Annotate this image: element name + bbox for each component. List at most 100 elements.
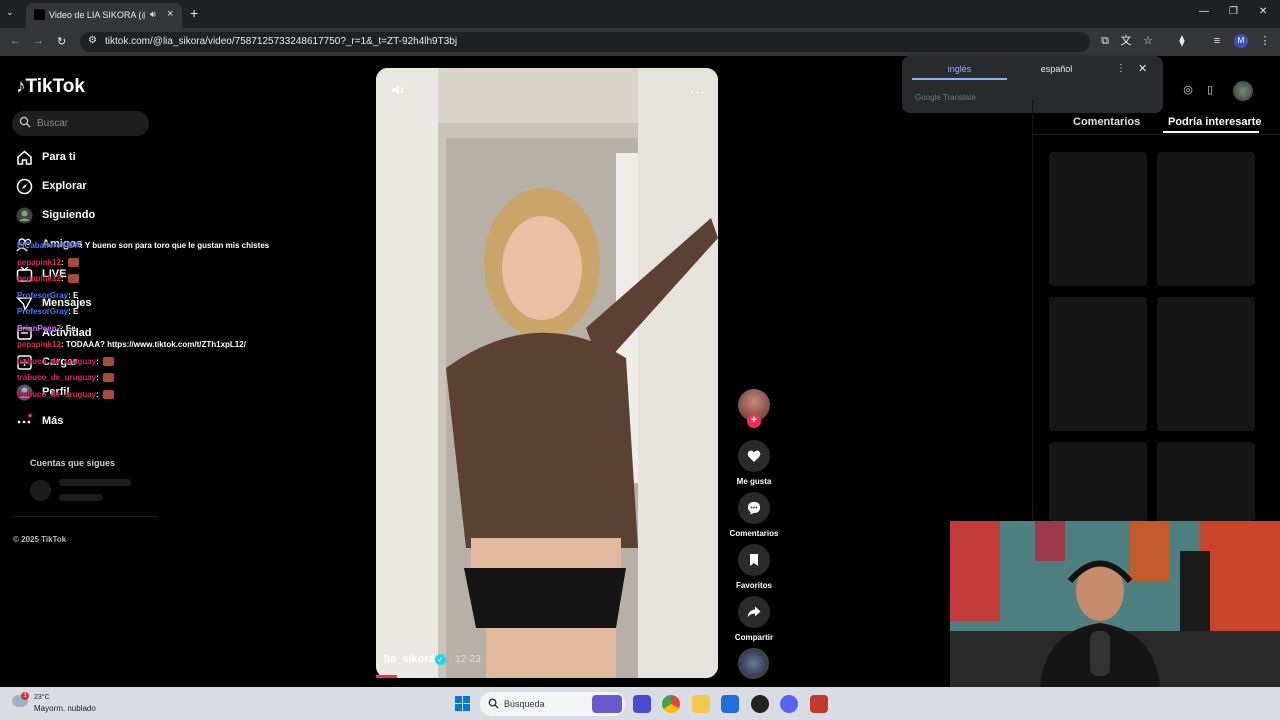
chat-username: trabuco_de_uruguay xyxy=(17,373,97,382)
windows-start-icon[interactable] xyxy=(455,696,470,711)
chat-message: trabuco_de_uruguay: xyxy=(17,390,114,400)
like-button[interactable] xyxy=(738,440,770,472)
chat-text: : xyxy=(96,390,99,399)
back-icon[interactable]: ← xyxy=(10,35,21,47)
tab-comments[interactable]: Comentarios xyxy=(1073,116,1140,128)
store-icon[interactable] xyxy=(721,695,739,713)
window-minimize-button[interactable]: — xyxy=(1199,6,1209,17)
teams-icon[interactable] xyxy=(633,695,651,713)
active-tab-indicator xyxy=(1163,131,1259,133)
weather-badge: 1 xyxy=(21,692,29,700)
reload-icon[interactable]: ↻ xyxy=(57,35,66,48)
sidebar-item-explorar[interactable]: Explorar xyxy=(16,177,156,197)
search-placeholder: Buscar xyxy=(37,118,69,129)
suggested-video-placeholder[interactable] xyxy=(1157,152,1255,286)
tiktok-logo[interactable]: ♪TikTok xyxy=(16,76,85,98)
chat-username: trabuco_de_uruguay xyxy=(17,357,97,366)
browser-tab-bar: ⌄ Video de LIA SIKORA (@lia_sikora) 🔊︎ ×… xyxy=(0,0,1280,28)
video-player[interactable] xyxy=(376,68,718,678)
translate-active-indicator xyxy=(912,78,1007,80)
site-info-icon[interactable]: ⚙︎ xyxy=(88,35,97,46)
install-app-icon[interactable]: ⧉ xyxy=(1099,35,1111,47)
compass-header-icon[interactable]: ◎ xyxy=(1180,82,1196,98)
chat-username: pepapink12 xyxy=(17,340,62,349)
suggested-video-placeholder[interactable] xyxy=(1157,442,1255,522)
sidebar-item-mas[interactable]: Más xyxy=(16,412,156,432)
translate-target-tab[interactable]: español xyxy=(1009,64,1104,74)
search-highlight-icon[interactable] xyxy=(592,695,622,713)
favorites-button[interactable] xyxy=(738,544,770,576)
sidebar-item-siguiendo[interactable]: Siguiendo xyxy=(16,206,156,226)
header-profile-avatar[interactable] xyxy=(1233,81,1253,101)
window-close-button[interactable]: ✕ xyxy=(1259,6,1267,17)
taskbar-search-placeholder: Búsqueda xyxy=(504,699,545,709)
translate-more-icon[interactable]: ⋮ xyxy=(1116,63,1126,74)
search-input[interactable]: Buscar xyxy=(12,111,149,136)
sidebar-item-label: Para ti xyxy=(42,151,76,163)
comment-bubble-icon xyxy=(748,502,760,515)
suggested-video-placeholder[interactable] xyxy=(1049,442,1147,522)
video-progress-bar[interactable] xyxy=(376,675,397,678)
video-author[interactable]: lia_sikora xyxy=(384,653,435,665)
comments-button[interactable] xyxy=(738,492,770,524)
extensions-icon[interactable]: ⧫ xyxy=(1176,35,1188,47)
chat-username: ProfesorGray xyxy=(17,307,69,316)
suggested-video-placeholder[interactable] xyxy=(1157,297,1255,431)
share-button[interactable] xyxy=(738,596,770,628)
chat-text: : Y bueno son para toro que le gustan mi… xyxy=(80,241,270,250)
window-maximize-button[interactable]: ❐ xyxy=(1229,6,1238,17)
copyright-text: © 2025 TikTok xyxy=(13,535,67,544)
compass-icon xyxy=(16,178,33,195)
chat-text: : xyxy=(61,274,64,283)
translate-close-icon[interactable]: ✕ xyxy=(1138,62,1147,75)
following-skeleton-line xyxy=(59,494,103,501)
follow-button[interactable]: + xyxy=(747,414,761,428)
weather-temperature[interactable]: 23°C xyxy=(34,694,50,701)
logo-text: TikTok xyxy=(25,76,85,97)
menu-icon[interactable]: ⋮ xyxy=(1259,35,1271,47)
new-tab-button[interactable]: + xyxy=(190,5,198,21)
home-icon xyxy=(17,150,32,165)
chat-username: trabuco_de_uruguay xyxy=(17,390,97,399)
browser-tab[interactable]: Video de LIA SIKORA (@lia_sikora) 🔊︎ × xyxy=(26,3,182,28)
chat-username: pepapink12 xyxy=(17,274,62,283)
bookmark-star-icon[interactable]: ☆ xyxy=(1142,35,1154,47)
device-icon[interactable]: ▯ xyxy=(1202,82,1218,98)
translate-icon[interactable]: 文 xyxy=(1120,35,1132,47)
chrome-icon[interactable] xyxy=(662,695,680,713)
discord-icon[interactable] xyxy=(780,695,798,713)
profile-avatar[interactable]: M xyxy=(1234,34,1248,48)
forward-icon[interactable]: → xyxy=(33,35,44,47)
following-skeleton-line xyxy=(59,479,131,486)
address-bar[interactable]: ⚙︎ tiktok.com/@lia_sikora/video/75871257… xyxy=(80,32,1090,52)
sidebar-item-para-ti[interactable]: Para ti xyxy=(16,148,156,168)
right-panel-separator xyxy=(1032,100,1033,520)
obs-icon[interactable] xyxy=(751,695,769,713)
tab-search-icon[interactable]: ⌄ xyxy=(6,7,14,18)
chat-message: ProfesorGray: E xyxy=(17,291,78,300)
audio-playing-icon[interactable]: 🔊︎ xyxy=(150,9,156,20)
tabs-divider xyxy=(1032,134,1280,135)
music-disc[interactable] xyxy=(738,648,769,679)
reading-list-icon[interactable]: ≡ xyxy=(1211,35,1223,47)
sidebar-divider xyxy=(12,516,158,517)
video-date: · 12-23 xyxy=(449,654,481,665)
volume-icon[interactable] xyxy=(390,82,406,98)
windows-taskbar: 1 23°C Mayorm. nublado Búsqueda xyxy=(0,687,1280,720)
tab-close-icon[interactable]: × xyxy=(167,8,173,20)
suggested-video-placeholder[interactable] xyxy=(1049,152,1147,286)
file-explorer-icon[interactable] xyxy=(692,695,710,713)
chat-message: BrianPeep7: Ee xyxy=(17,324,76,333)
app-icon[interactable] xyxy=(810,695,828,713)
chat-text: : xyxy=(96,373,99,382)
video-more-options-icon[interactable]: ··· xyxy=(690,84,706,99)
tab-suggested[interactable]: Podría interesarte xyxy=(1168,116,1262,128)
heart-icon xyxy=(747,450,761,462)
chat-text: : TODAAA? https://www.tiktok.com/t/ZTh1x… xyxy=(61,340,246,349)
sidebar-item-label: Explorar xyxy=(42,180,87,192)
chat-message: ProfesorGray: E xyxy=(17,307,78,316)
chat-message: trabuco_de_uruguay: xyxy=(17,373,114,383)
suggested-video-placeholder[interactable] xyxy=(1049,297,1147,431)
weather-description[interactable]: Mayorm. nublado xyxy=(34,704,96,713)
share-label: Compartir xyxy=(734,633,774,642)
